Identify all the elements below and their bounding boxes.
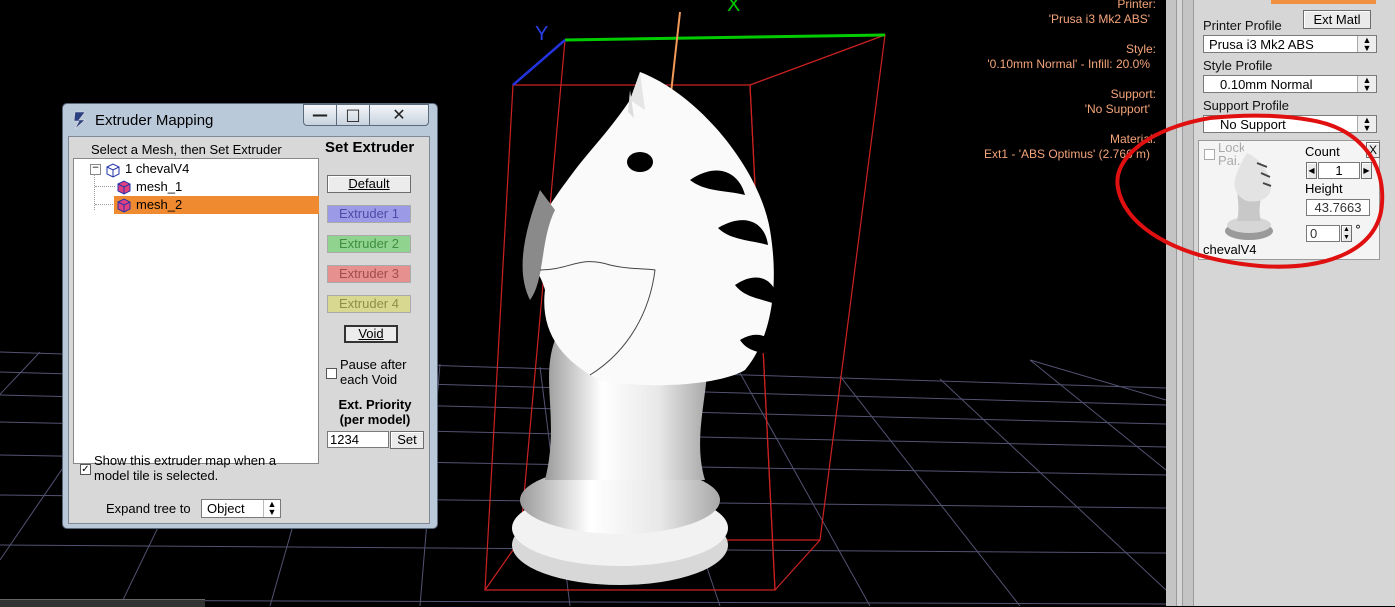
tree-item-model[interactable]: 1 chevalV4 <box>125 160 189 178</box>
set-extruder-heading: Set Extruder <box>325 139 415 156</box>
y-axis-label: Y <box>535 23 549 45</box>
dialog-title: Extruder Mapping <box>95 112 214 129</box>
ext-matl-button[interactable]: Ext Matl <box>1303 10 1371 29</box>
extruder-2-button[interactable]: Extruder 2 <box>327 235 411 253</box>
void-button[interactable]: Void <box>344 325 398 343</box>
printer-profile-select[interactable]: Prusa i3 Mk2 ABS ▲ ▼ <box>1203 35 1377 53</box>
x-axis-label: X <box>727 0 741 16</box>
chess-knight-model[interactable] <box>512 72 778 585</box>
extruder-1-button[interactable]: Extruder 1 <box>327 205 411 223</box>
close-icon: ✕ <box>392 105 406 124</box>
default-button[interactable]: Default <box>327 175 411 193</box>
expand-tree-value: Object <box>207 501 245 516</box>
style-profile-label: Style Profile <box>1203 58 1273 73</box>
expand-tree-select[interactable]: Object ▲ ▼ <box>201 499 281 518</box>
tree-connector <box>95 204 115 205</box>
style-info-label: Style: <box>1125 42 1156 56</box>
pause-after-void-label: Pause after each Void <box>340 357 407 387</box>
extruder-3-button[interactable]: Extruder 3 <box>327 265 411 283</box>
printer-profile-value: Prusa i3 Mk2 ABS <box>1209 37 1314 52</box>
close-button[interactable]: ✕ <box>369 104 429 126</box>
mesh-cube-icon <box>117 198 131 213</box>
x-axis <box>564 33 886 42</box>
tree-item-mesh-selected[interactable]: mesh_2 <box>136 196 182 214</box>
maximize-icon: □ <box>345 105 361 124</box>
spinner-arrows-icon[interactable]: ▲ ▼ <box>1357 76 1376 93</box>
support-info-label: Support: <box>1110 87 1156 101</box>
priority-input[interactable]: 1234 <box>327 431 389 448</box>
panel-splitter[interactable] <box>1166 0 1177 606</box>
dialog-client-area: Select a Mesh, then Set Extruder − 1 che… <box>68 136 430 524</box>
model-cube-icon <box>106 163 120 178</box>
printer-info-value: 'Prusa i3 Mk2 ABS' <box>1048 12 1150 26</box>
mesh-tree[interactable]: − 1 chevalV4 mesh_1 mesh_2 <box>73 158 319 464</box>
maximize-button[interactable]: □ <box>336 104 370 126</box>
highlight-circle-annotation <box>1115 113 1385 269</box>
style-profile-select[interactable]: 0.10mm Normal ▲ ▼ <box>1203 75 1377 93</box>
tree-item-mesh[interactable]: mesh_1 <box>136 178 182 196</box>
app-logo-icon <box>73 111 86 130</box>
pause-after-void-checkbox[interactable] <box>326 368 337 379</box>
y-axis <box>512 39 566 86</box>
extruder-mapping-dialog[interactable]: Extruder Mapping — □ ✕ Select a Mesh, th… <box>62 103 438 529</box>
extruder-4-button[interactable]: Extruder 4 <box>327 295 411 313</box>
panel-scroll-rail[interactable] <box>1182 0 1194 606</box>
expand-tree-label: Expand tree to <box>106 501 191 516</box>
tree-connector <box>95 186 115 187</box>
printer-info-label: Printer: <box>1117 0 1156 11</box>
minimize-icon: — <box>312 105 328 124</box>
minimize-button[interactable]: — <box>303 104 337 126</box>
set-priority-button[interactable]: Set <box>390 431 424 449</box>
style-profile-value: 0.10mm Normal <box>1220 77 1313 92</box>
spinner-arrows-icon[interactable]: ▲ ▼ <box>1357 36 1376 53</box>
tree-header-label: Select a Mesh, then Set Extruder <box>91 142 282 157</box>
printer-profile-label: Printer Profile <box>1203 18 1282 33</box>
ext-priority-heading: Ext. Priority (per model) <box>338 397 412 427</box>
show-extruder-map-checkbox[interactable]: ✓ <box>80 464 91 475</box>
active-tab-indicator <box>1271 0 1376 4</box>
mesh-cube-icon <box>117 180 131 195</box>
show-extruder-map-label: Show this extruder map when a model tile… <box>94 453 277 483</box>
spinner-arrows-icon[interactable]: ▲ ▼ <box>263 500 280 517</box>
style-info-value: '0.10mm Normal' - Infill: 20.0% <box>987 57 1150 71</box>
